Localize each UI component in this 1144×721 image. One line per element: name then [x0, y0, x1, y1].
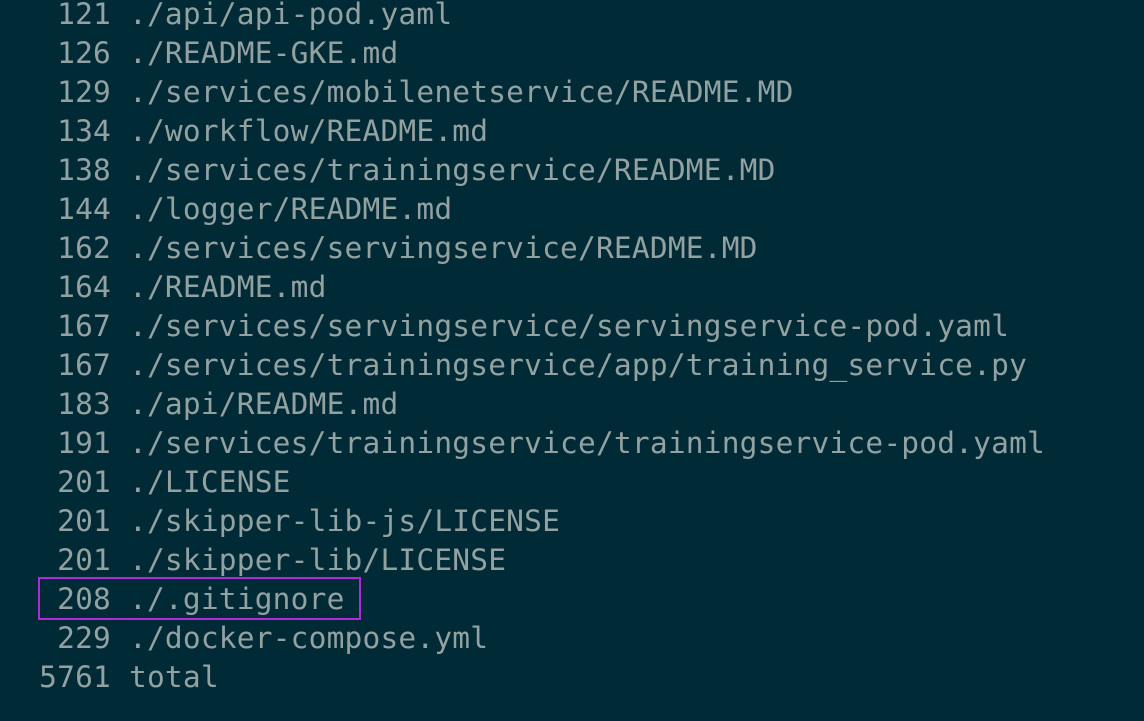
- output-line: 126 ./README-GKE.md: [0, 34, 398, 73]
- line-count: 144: [57, 192, 111, 226]
- highlight-box: [38, 577, 361, 620]
- line-count: 229: [57, 621, 111, 655]
- line-count: 121: [57, 0, 111, 31]
- output-line: 121 ./api/api-pod.yaml: [0, 0, 452, 34]
- file-path: ./services/trainingservice/README.MD: [129, 153, 776, 187]
- file-path: ./LICENSE: [129, 465, 291, 499]
- line-count: 201: [57, 543, 111, 577]
- file-path: ./skipper-lib-js/LICENSE: [129, 504, 561, 538]
- line-count: 164: [57, 270, 111, 304]
- file-path: ./services/trainingservice/trainingservi…: [129, 426, 1045, 460]
- output-line: 201 ./skipper-lib/LICENSE: [0, 541, 506, 580]
- file-path: ./README-GKE.md: [129, 36, 399, 70]
- output-line: 134 ./workflow/README.md: [0, 112, 488, 151]
- file-path: ./docker-compose.yml: [129, 621, 489, 655]
- output-line: 129 ./services/mobilenetservice/README.MD: [0, 73, 794, 112]
- line-count: 134: [57, 114, 111, 148]
- file-path: ./logger/README.md: [129, 192, 453, 226]
- file-path: ./README.md: [129, 270, 327, 304]
- output-line: 191 ./services/trainingservice/trainingse…: [0, 424, 1045, 463]
- output-line-total: 5761 total: [0, 658, 219, 697]
- file-path: ./skipper-lib/LICENSE: [129, 543, 507, 577]
- line-count: 5761: [39, 660, 111, 694]
- file-path: ./api/README.md: [129, 387, 399, 421]
- file-path: ./services/servingservice/README.MD: [129, 231, 758, 265]
- file-path: ./services/mobilenetservice/README.MD: [129, 75, 794, 109]
- line-count: 201: [57, 504, 111, 538]
- output-line: 144 ./logger/README.md: [0, 190, 452, 229]
- file-path: ./workflow/README.md: [129, 114, 489, 148]
- output-line: 164 ./README.md: [0, 268, 327, 307]
- output-line: 183 ./api/README.md: [0, 385, 398, 424]
- line-count: 129: [57, 75, 111, 109]
- output-line: 167 ./services/servingservice/servingserv…: [0, 307, 1009, 346]
- output-line: 167 ./services/trainingservice/app/traini…: [0, 346, 1027, 385]
- output-line: 201 ./skipper-lib-js/LICENSE: [0, 502, 560, 541]
- file-path: total: [129, 660, 219, 694]
- terminal-output: 121 ./api/api-pod.yaml 126 ./README-GKE.md…: [0, 0, 1144, 721]
- line-count: 167: [57, 348, 111, 382]
- output-line: 201 ./LICENSE: [0, 463, 291, 502]
- line-count: 162: [57, 231, 111, 265]
- output-line: 229 ./docker-compose.yml: [0, 619, 488, 658]
- line-count: 126: [57, 36, 111, 70]
- output-line: 138 ./services/trainingservice/README.MD: [0, 151, 776, 190]
- file-path: ./services/servingservice/servingservice…: [129, 309, 1010, 343]
- line-count: 167: [57, 309, 111, 343]
- output-line: 162 ./services/servingservice/README.MD: [0, 229, 758, 268]
- file-path: ./services/trainingservice/app/training_…: [129, 348, 1028, 382]
- line-count: 183: [57, 387, 111, 421]
- line-count: 201: [57, 465, 111, 499]
- file-path: ./api/api-pod.yaml: [129, 0, 453, 31]
- line-count: 138: [57, 153, 111, 187]
- line-count: 191: [57, 426, 111, 460]
